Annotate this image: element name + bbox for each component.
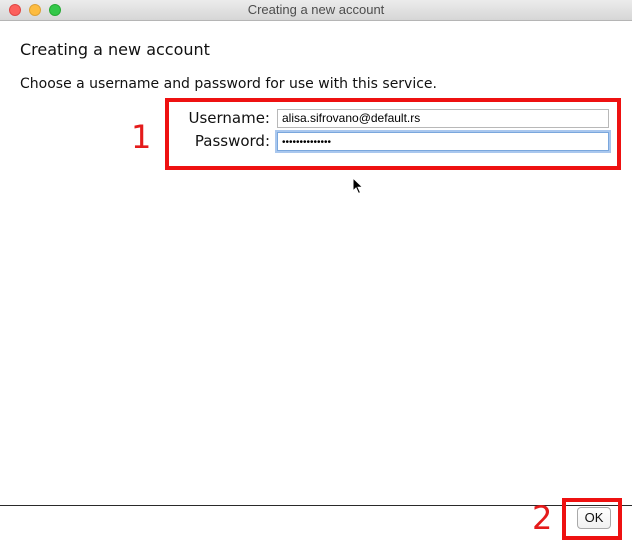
page-title: Creating a new account — [20, 40, 210, 59]
title-bar[interactable]: Creating a new account — [0, 0, 632, 21]
dialog-window: Creating a new account Creating a new ac… — [0, 0, 632, 551]
ok-button[interactable]: OK — [577, 507, 611, 529]
description-text: Choose a username and password for use w… — [20, 76, 437, 92]
annotation-number-1: 1 — [131, 118, 152, 156]
annotation-box-1 — [165, 98, 621, 170]
window-title: Creating a new account — [247, 2, 385, 17]
mouse-pointer-icon — [352, 177, 364, 195]
annotation-number-2: 2 — [532, 499, 553, 537]
